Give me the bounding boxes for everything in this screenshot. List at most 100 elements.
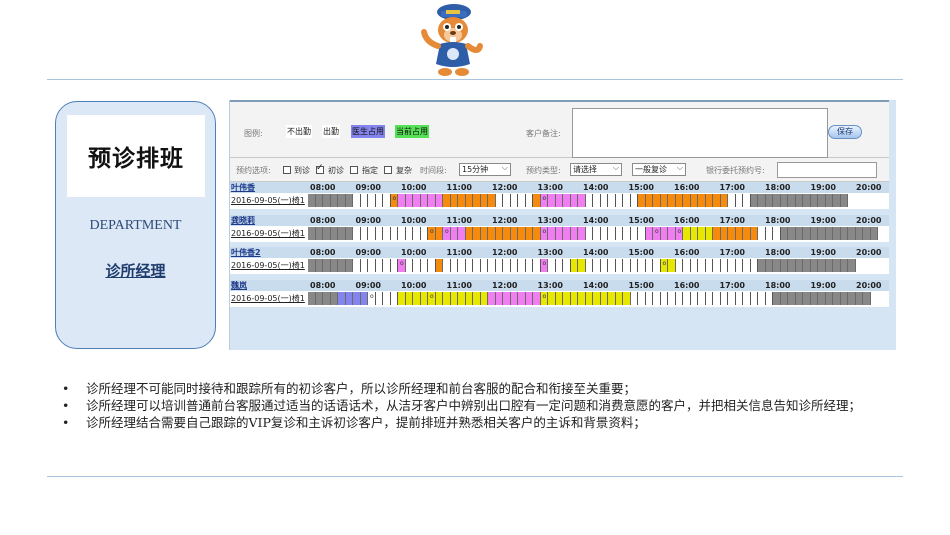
time-slot[interactable] xyxy=(615,227,623,240)
time-slot[interactable] xyxy=(638,194,646,207)
time-slot[interactable] xyxy=(780,227,788,240)
time-slot[interactable] xyxy=(488,259,496,272)
time-slot[interactable] xyxy=(555,227,563,240)
time-slot[interactable] xyxy=(548,227,556,240)
time-slot[interactable] xyxy=(533,227,541,240)
time-slot[interactable] xyxy=(833,259,841,272)
time-slot[interactable] xyxy=(840,227,848,240)
time-slot[interactable] xyxy=(570,227,578,240)
time-slot[interactable] xyxy=(368,227,376,240)
time-slot[interactable] xyxy=(698,259,706,272)
time-slot[interactable] xyxy=(323,194,331,207)
time-slot[interactable] xyxy=(510,259,518,272)
time-slot[interactable] xyxy=(638,227,646,240)
time-slot[interactable]: o xyxy=(398,259,406,272)
time-slot[interactable] xyxy=(795,194,803,207)
time-slot[interactable] xyxy=(825,292,833,305)
time-slot[interactable] xyxy=(713,227,721,240)
time-slot[interactable] xyxy=(383,194,391,207)
time-slot[interactable] xyxy=(698,227,706,240)
time-slot[interactable] xyxy=(503,227,511,240)
time-slot[interactable] xyxy=(330,227,338,240)
time-slot[interactable] xyxy=(443,292,451,305)
time-slot[interactable] xyxy=(578,227,586,240)
time-slot[interactable] xyxy=(705,292,713,305)
time-slot[interactable] xyxy=(720,194,728,207)
time-slot[interactable] xyxy=(405,292,413,305)
time-slot[interactable] xyxy=(780,292,788,305)
time-slot[interactable] xyxy=(360,227,368,240)
time-slot[interactable] xyxy=(825,194,833,207)
time-slot[interactable] xyxy=(548,292,556,305)
time-slot[interactable] xyxy=(443,194,451,207)
time-slot[interactable] xyxy=(323,292,331,305)
time-slot[interactable] xyxy=(863,292,871,305)
time-slot[interactable] xyxy=(743,259,751,272)
time-slot[interactable] xyxy=(728,292,736,305)
time-slot[interactable] xyxy=(690,292,698,305)
time-slot[interactable] xyxy=(465,259,473,272)
time-slot[interactable] xyxy=(608,227,616,240)
time-slot[interactable] xyxy=(833,194,841,207)
time-slot[interactable] xyxy=(645,259,653,272)
time-slot[interactable]: o xyxy=(428,227,436,240)
time-slot[interactable] xyxy=(443,259,451,272)
time-slot[interactable] xyxy=(458,259,466,272)
time-slot[interactable] xyxy=(458,292,466,305)
time-slot[interactable] xyxy=(638,259,646,272)
time-slot[interactable] xyxy=(795,259,803,272)
time-slot[interactable] xyxy=(683,227,691,240)
time-slot[interactable] xyxy=(315,292,323,305)
time-slot[interactable] xyxy=(435,194,443,207)
time-slot[interactable] xyxy=(795,227,803,240)
time-slot[interactable] xyxy=(353,259,361,272)
time-slot[interactable] xyxy=(683,259,691,272)
time-slot[interactable] xyxy=(533,194,541,207)
time-slot[interactable] xyxy=(428,194,436,207)
time-slot[interactable] xyxy=(390,227,398,240)
time-slot[interactable] xyxy=(360,292,368,305)
time-slot[interactable] xyxy=(308,227,316,240)
time-slot[interactable] xyxy=(518,259,526,272)
time-slot[interactable] xyxy=(615,194,623,207)
time-slot[interactable] xyxy=(398,292,406,305)
time-slot[interactable] xyxy=(795,292,803,305)
time-slot[interactable] xyxy=(405,259,413,272)
time-slot[interactable]: o xyxy=(540,227,548,240)
time-slot[interactable] xyxy=(683,292,691,305)
time-slot[interactable] xyxy=(413,227,421,240)
time-slot[interactable] xyxy=(600,194,608,207)
time-slot[interactable] xyxy=(810,292,818,305)
time-slot[interactable] xyxy=(743,194,751,207)
time-slot[interactable] xyxy=(473,259,481,272)
time-slot[interactable] xyxy=(630,292,638,305)
time-slot[interactable] xyxy=(765,227,773,240)
time-slot[interactable] xyxy=(398,227,406,240)
time-slot[interactable] xyxy=(750,227,758,240)
revisit-type-select[interactable]: 一般复诊 xyxy=(632,162,686,176)
time-slot[interactable] xyxy=(450,259,458,272)
time-slot[interactable] xyxy=(735,227,743,240)
time-slot[interactable] xyxy=(713,194,721,207)
time-slot[interactable] xyxy=(368,194,376,207)
doctor-name-link[interactable]: 魏岚 xyxy=(231,280,247,291)
time-slot[interactable] xyxy=(728,227,736,240)
doctor-name-link[interactable]: 叶伟香2 xyxy=(231,247,261,258)
time-slot[interactable] xyxy=(570,259,578,272)
time-slot[interactable] xyxy=(720,292,728,305)
time-slot[interactable] xyxy=(705,259,713,272)
time-slot[interactable] xyxy=(803,227,811,240)
doctor-name-link[interactable]: 叶伟香 xyxy=(231,182,255,193)
time-slot[interactable] xyxy=(450,194,458,207)
time-slot[interactable] xyxy=(563,292,571,305)
time-slot[interactable]: o xyxy=(540,292,548,305)
time-slot[interactable] xyxy=(315,227,323,240)
time-slot[interactable] xyxy=(660,292,668,305)
time-slot[interactable] xyxy=(705,227,713,240)
time-slot[interactable] xyxy=(383,259,391,272)
time-slot[interactable] xyxy=(645,194,653,207)
time-slot[interactable] xyxy=(413,194,421,207)
time-slot[interactable] xyxy=(870,227,878,240)
time-slot[interactable] xyxy=(750,292,758,305)
time-slot[interactable] xyxy=(555,292,563,305)
